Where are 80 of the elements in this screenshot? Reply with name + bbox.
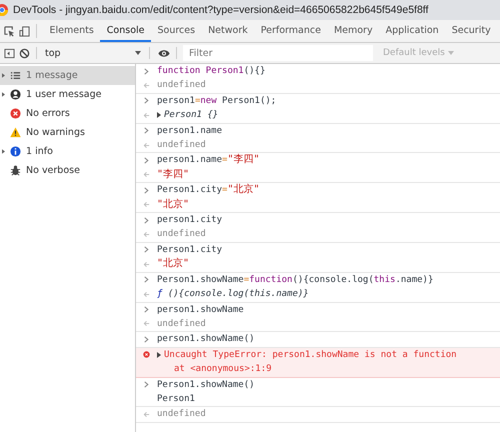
panel-tab[interactable]: Elements: [43, 20, 100, 42]
result-arrow-icon: [143, 201, 150, 208]
console-text: function Person1(){}: [157, 65, 266, 78]
caret-icon: [448, 51, 454, 55]
prompt-icon: [143, 276, 150, 284]
console-text: "北京": [157, 198, 190, 212]
prompt-icon: [143, 306, 150, 313]
eye-icon[interactable]: [158, 48, 170, 58]
panel-tab[interactable]: Performance: [254, 20, 328, 42]
console-text: undefined: [157, 408, 206, 422]
console-text: Person1.city: [157, 244, 222, 257]
console-text: "北京": [157, 257, 190, 272]
sidebar-item[interactable]: No warnings: [0, 123, 135, 142]
prompt-icon: [143, 246, 150, 254]
console-text: undefined: [157, 139, 206, 152]
bug-icon: [10, 165, 21, 176]
info-icon: [10, 146, 21, 157]
sidebar-item[interactable]: 1 info: [0, 142, 135, 161]
warning-icon: [10, 127, 21, 138]
console-text: "李四": [157, 168, 190, 182]
prompt-icon: [143, 97, 150, 104]
list-icon: [10, 70, 21, 81]
result-arrow-icon: [143, 171, 150, 178]
prompt-icon: [143, 336, 150, 343]
console-text: undefined: [157, 318, 206, 331]
console-text: undefined: [157, 79, 206, 92]
device-icon[interactable]: [19, 26, 30, 36]
result-arrow-icon: [143, 320, 150, 328]
console-text: person1.showName(): [157, 333, 255, 346]
console-text: Uncaught TypeError: person1.showName is not a function: [164, 348, 457, 362]
expand-arrow-icon[interactable]: [157, 112, 161, 118]
result-arrow-icon: [143, 410, 150, 418]
panel-tab[interactable]: Memory: [327, 20, 380, 42]
console-text: Person1 {}: [164, 109, 218, 122]
console-text: person1.showName: [157, 304, 244, 316]
sidebar-toggle-icon[interactable]: [4, 48, 15, 58]
result-arrow-icon: [143, 82, 150, 89]
sidebar-item[interactable]: No verbose: [0, 161, 135, 180]
console-text: person1.name: [157, 124, 222, 138]
expand-arrow-icon[interactable]: [2, 149, 5, 154]
prompt-icon: [143, 216, 150, 224]
result-arrow-icon: [143, 260, 150, 268]
console-text: Person1.city="北京": [157, 183, 260, 198]
caret-icon: [135, 51, 141, 55]
prompt-icon: [143, 186, 150, 194]
console-text: undefined: [157, 228, 206, 242]
filter-field[interactable]: Filter: [183, 45, 373, 61]
panel-tab[interactable]: Application: [379, 20, 446, 42]
prompt-icon: [143, 156, 150, 164]
console-text: person1=new Person1();: [157, 94, 276, 108]
clear-icon[interactable]: [19, 48, 30, 58]
error-icon: [143, 351, 150, 358]
window-title: DevTools - jingyan.baidu.com/edit/content?type=version&eid=4665065822b645f549e5f8ff: [13, 4, 428, 16]
console-text: Person1.showName=function(){console.log(this.name)}: [157, 274, 434, 287]
sidebar-item[interactable]: 1 user message: [0, 85, 135, 104]
result-arrow-icon: [143, 112, 150, 119]
console-text: Person1.showName(): [157, 378, 255, 392]
panel-tab[interactable]: Network: [202, 20, 254, 42]
inspect-icon[interactable]: [4, 26, 15, 36]
sidebar-item[interactable]: 1 message: [0, 66, 135, 85]
prompt-icon: [143, 127, 150, 134]
result-arrow-icon: [143, 230, 150, 238]
console-text: ƒ (){console.log(this.name)}: [157, 288, 309, 302]
console-text: Person1: [157, 392, 195, 406]
console-text: person1.city: [157, 214, 222, 228]
expand-arrow-icon[interactable]: [157, 352, 161, 358]
prompt-icon: [143, 381, 150, 388]
prompt-icon: [143, 68, 150, 74]
stack-trace-text: at <anonymous>:1:9: [173, 363, 273, 376]
context-dropdown[interactable]: top: [43, 43, 143, 63]
panel-tab[interactable]: Sources: [151, 20, 202, 42]
panel-tab[interactable]: Security: [445, 20, 498, 42]
result-arrow-icon: [143, 290, 150, 298]
error-icon: [10, 108, 21, 119]
result-arrow-icon: [143, 142, 150, 149]
sidebar-item[interactable]: No errors: [0, 104, 135, 123]
expand-arrow-icon[interactable]: [2, 92, 5, 97]
user-icon: [10, 89, 21, 100]
console-text: person1.name="李四": [157, 153, 260, 168]
expand-arrow-icon[interactable]: [2, 73, 5, 78]
